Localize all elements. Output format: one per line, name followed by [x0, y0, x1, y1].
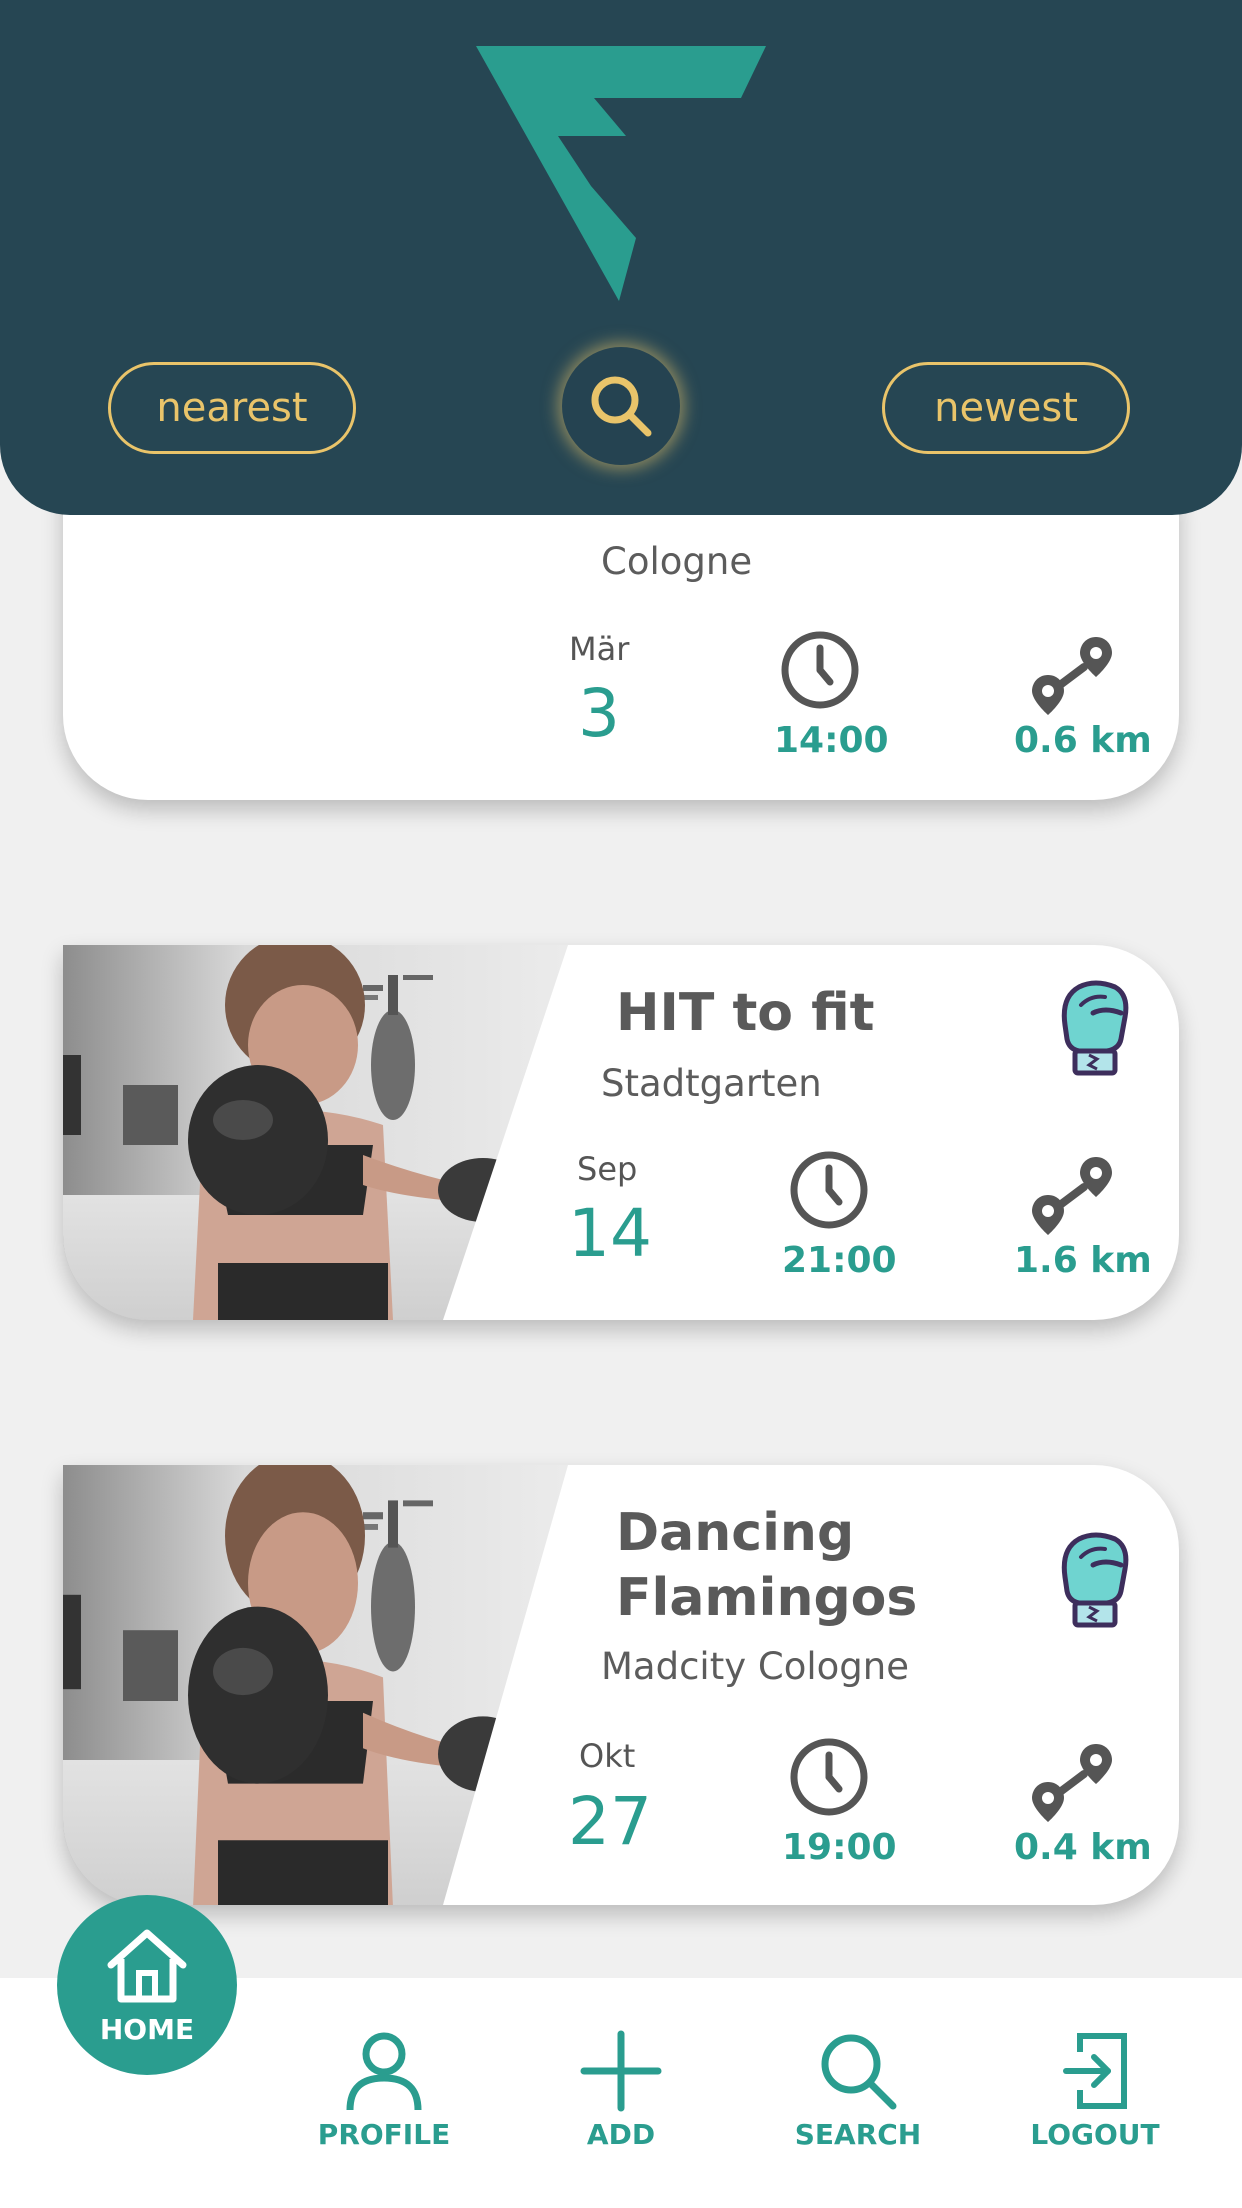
event-month: Mär — [569, 630, 630, 668]
event-time: 19:00 — [782, 1827, 897, 1868]
nav-logout-button[interactable]: LOGOUT — [995, 2030, 1195, 2151]
event-distance: 1.6 km — [1014, 1240, 1152, 1281]
clock-icon — [789, 1150, 869, 1230]
nav-add-button[interactable]: ADD — [521, 2030, 721, 2151]
event-distance: 0.6 km — [1014, 720, 1152, 761]
home-icon — [107, 1929, 187, 2003]
logout-icon — [1063, 2033, 1127, 2109]
nav-search-button[interactable]: SEARCH — [758, 2030, 958, 2151]
search-icon — [591, 376, 652, 437]
event-location: Stadtgarten — [601, 1062, 822, 1105]
nav-profile-label: PROFILE — [317, 2118, 451, 2151]
clock-icon — [780, 630, 860, 710]
event-day: 27 — [568, 1783, 652, 1860]
clock-icon — [789, 1737, 869, 1817]
nav-add-label: ADD — [586, 2118, 656, 2151]
event-title: HIT to fit — [616, 983, 875, 1043]
event-photo — [63, 1465, 583, 1905]
nav-profile-button[interactable]: PROFILE — [284, 2030, 484, 2151]
filter-newest-button[interactable]: newest — [882, 362, 1130, 454]
boxing-glove-icon — [1055, 977, 1135, 1077]
event-month: Sep — [577, 1150, 638, 1188]
search-icon — [821, 2034, 897, 2110]
search-button[interactable] — [562, 347, 680, 465]
distance-route-icon — [1026, 1153, 1118, 1239]
event-title-line1: Dancing — [616, 1503, 855, 1563]
event-location: Madcity Cologne — [601, 1645, 909, 1688]
f-logo-icon — [476, 46, 766, 301]
event-day: 14 — [568, 1195, 652, 1272]
event-distance: 0.4 km — [1014, 1827, 1152, 1868]
event-card[interactable]: HIT to fit Stadtgarten Sep 14 21:00 1.6 … — [63, 945, 1179, 1320]
nav-home-label: HOME — [99, 2013, 195, 2046]
event-photo — [63, 945, 583, 1320]
event-day: 3 — [578, 675, 620, 752]
event-title-line2: Flamingos — [616, 1568, 918, 1628]
distance-route-icon — [1026, 633, 1118, 719]
event-card[interactable]: Dancing Flamingos Madcity Cologne Okt 27… — [63, 1465, 1179, 1905]
event-time: 21:00 — [782, 1240, 897, 1281]
nav-logout-label: LOGOUT — [1030, 2118, 1160, 2151]
plus-icon — [580, 2030, 662, 2112]
nav-home-button[interactable]: HOME — [57, 1895, 237, 2075]
event-time: 14:00 — [774, 720, 889, 761]
filter-nearest-button[interactable]: nearest — [108, 362, 356, 454]
distance-route-icon — [1026, 1740, 1118, 1826]
boxing-glove-icon — [1055, 1529, 1135, 1629]
event-month: Okt — [579, 1737, 636, 1775]
nav-search-label: SEARCH — [794, 2118, 922, 2151]
profile-icon — [346, 2032, 422, 2111]
app-header: nearest newest — [0, 0, 1242, 515]
event-location: Cologne — [601, 540, 753, 583]
